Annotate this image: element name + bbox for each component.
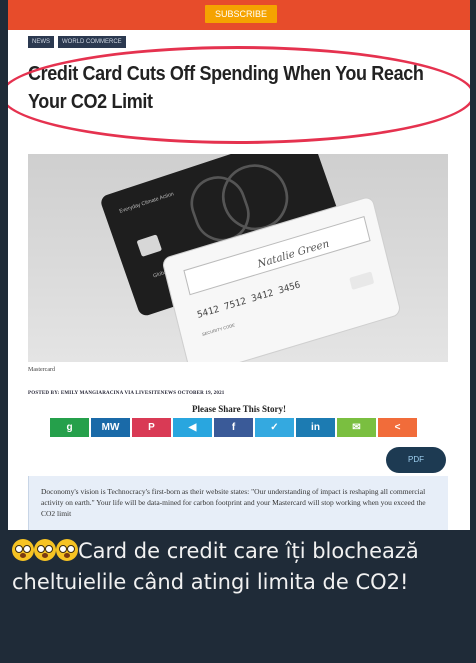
flushed-face-icon: [56, 539, 78, 561]
flushed-face-icon: [34, 539, 56, 561]
byline: POSTED BY: EMILY MANGIARACINA VIA LIVESI…: [28, 391, 225, 396]
article-screenshot: SUBSCRIBE NEWS WORLD COMMERCE Credit Car…: [8, 0, 470, 530]
credit-cards-illustration: Everyday Climate Action Global Climate A…: [28, 154, 448, 362]
nav-item-news[interactable]: NEWS: [28, 36, 54, 48]
article-quote: Doconomy's vision is Technocracy's first…: [28, 476, 448, 530]
image-caption: Mastercard: [28, 367, 55, 373]
facebook-share-button[interactable]: f: [214, 418, 253, 437]
article-image: Everyday Climate Action Global Climate A…: [28, 154, 448, 362]
subscribe-button[interactable]: SUBSCRIBE: [205, 5, 278, 23]
flushed-face-icon: [12, 539, 34, 561]
gab-share-button[interactable]: g: [50, 418, 89, 437]
share-share-button[interactable]: <: [378, 418, 417, 437]
pdf-button[interactable]: PDF: [386, 447, 446, 473]
highlight-oval: [8, 46, 470, 144]
linkedin-share-button[interactable]: in: [296, 418, 335, 437]
share-prompt: Please Share This Story!: [192, 404, 286, 414]
email-share-button[interactable]: ✉: [337, 418, 376, 437]
share-buttons: g MW P ◀ f ✓ in ✉ <: [50, 418, 417, 437]
telegram-share-button[interactable]: ◀: [173, 418, 212, 437]
mewe-share-button[interactable]: MW: [91, 418, 130, 437]
nav-item-world[interactable]: WORLD COMMERCE: [58, 36, 126, 48]
twitter-share-button[interactable]: ✓: [255, 418, 294, 437]
chat-message: Card de credit care îți blochează cheltu…: [12, 536, 468, 598]
site-header: SUBSCRIBE: [8, 0, 470, 30]
parler-share-button[interactable]: P: [132, 418, 171, 437]
